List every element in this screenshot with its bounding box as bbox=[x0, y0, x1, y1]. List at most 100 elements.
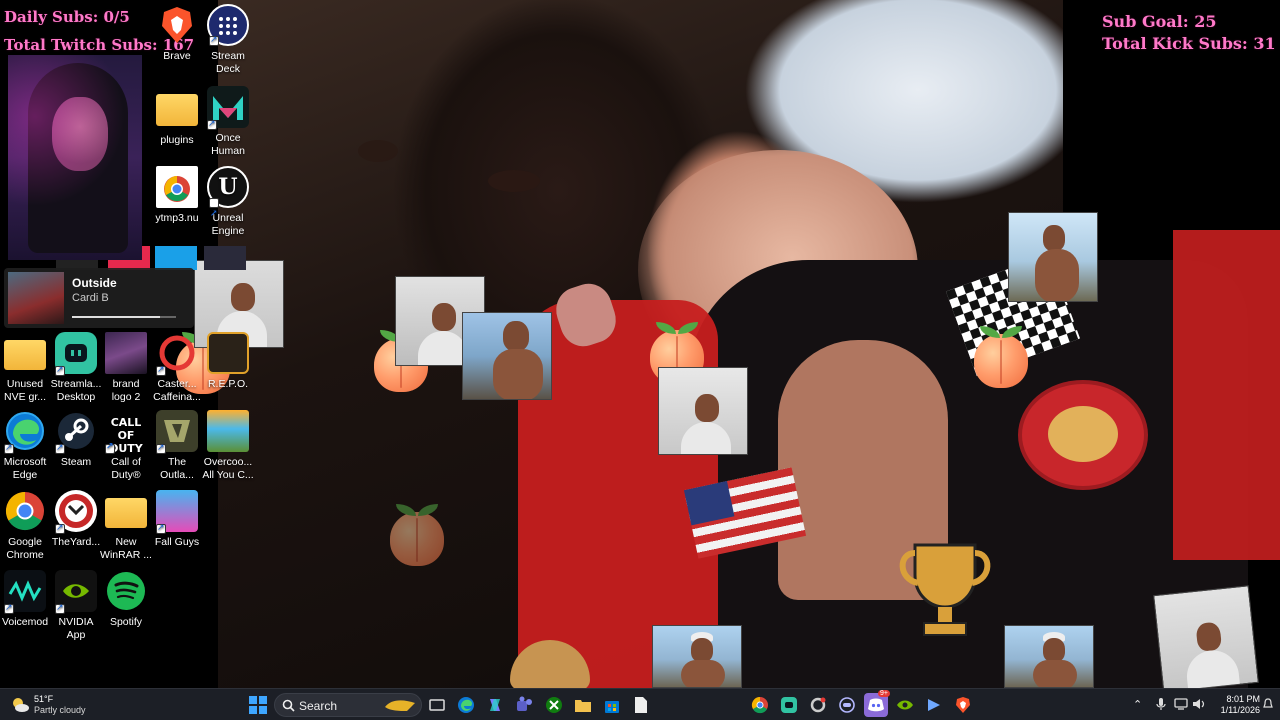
chrome-icon bbox=[751, 696, 768, 714]
taskbar-app[interactable] bbox=[835, 693, 859, 717]
taskbar-clock[interactable]: 8:01 PM 1/11/2026 bbox=[1206, 694, 1260, 716]
unreal-engine-glyph: U bbox=[218, 174, 238, 200]
controller-icon bbox=[839, 697, 855, 713]
nvidia-icon bbox=[55, 570, 97, 614]
album-art bbox=[8, 272, 64, 324]
desktop-icon-label: Unreal Engine bbox=[211, 212, 245, 237]
track-title: Outside bbox=[72, 276, 117, 290]
store-icon bbox=[605, 701, 619, 713]
meme-overlay-image bbox=[652, 625, 742, 688]
partly-cloudy-icon bbox=[13, 698, 29, 712]
meme-overlay-image bbox=[462, 312, 552, 400]
overcooked-icon bbox=[207, 410, 249, 452]
taskbar-search-box[interactable]: Search bbox=[274, 693, 422, 717]
microphone-icon[interactable] bbox=[1155, 697, 1167, 711]
desktop-icon-unreal-engine[interactable]: U Unreal Engine bbox=[196, 166, 260, 238]
edge-icon bbox=[4, 410, 46, 454]
folder-icon bbox=[4, 340, 46, 370]
desktop-icon-label: Overcoo... All You C... bbox=[202, 456, 254, 481]
nvidia-icon bbox=[897, 700, 913, 710]
image-file-icon bbox=[105, 332, 147, 374]
meme-overlay-image bbox=[1008, 212, 1098, 302]
taskbar-brave[interactable] bbox=[951, 693, 975, 717]
streamlabs-icon bbox=[781, 697, 797, 713]
taskbar-task-view[interactable] bbox=[425, 693, 449, 717]
xbox-icon bbox=[546, 697, 562, 713]
voicemod-icon bbox=[4, 570, 46, 614]
task-view-icon bbox=[429, 699, 445, 711]
network-icon[interactable] bbox=[1174, 698, 1188, 710]
steam-icon bbox=[55, 410, 97, 454]
show-hidden-icons-chevron-icon[interactable]: ⌃ bbox=[1133, 698, 1142, 711]
meme-overlay-image bbox=[658, 367, 748, 455]
wallpaper-jacket-sleeve-right bbox=[1173, 230, 1280, 560]
start-button[interactable] bbox=[246, 693, 270, 717]
clock-date: 1/11/2026 bbox=[1220, 705, 1260, 715]
wallpaper-patch bbox=[1018, 380, 1148, 490]
desktop-icon-overcooked[interactable]: Overcoo... All You C... bbox=[196, 410, 260, 482]
outlast-icon bbox=[156, 410, 198, 454]
desktop-icon-fall-guys[interactable]: Fall Guys bbox=[145, 490, 209, 549]
taskbar-store[interactable] bbox=[600, 693, 624, 717]
desktop-icon-label: R.E.P.O. bbox=[207, 378, 249, 390]
folder-icon bbox=[156, 94, 198, 126]
meme-overlay-image bbox=[1004, 625, 1094, 688]
windows-icon bbox=[249, 696, 267, 714]
app-icon bbox=[928, 699, 940, 711]
desktop-icon-label: Spotify bbox=[109, 616, 143, 628]
wallpaper-photo bbox=[218, 0, 1280, 690]
desktop-icon-partial[interactable] bbox=[155, 246, 197, 270]
daily-subs-counter: Daily Subs: 0/5 bbox=[4, 8, 130, 26]
wallpaper-eye bbox=[358, 140, 398, 162]
stream-deck-icon bbox=[207, 4, 249, 46]
taskbar-chrome[interactable] bbox=[748, 693, 772, 717]
folder-icon bbox=[575, 700, 591, 712]
call-of-duty-icon: CALL OF DUTY bbox=[105, 410, 147, 455]
edge-icon bbox=[458, 697, 474, 713]
brave-icon bbox=[156, 4, 198, 46]
theyard-icon bbox=[55, 490, 97, 534]
once-human-icon bbox=[207, 86, 249, 130]
track-artist: Cardi B bbox=[72, 292, 109, 304]
folder-zip-icon bbox=[105, 498, 147, 528]
weather-condition: Partly cloudy bbox=[34, 705, 86, 715]
track-progress-bar[interactable] bbox=[72, 316, 176, 318]
desktop-icon-repo[interactable]: R.E.P.O. bbox=[196, 332, 260, 391]
taskbar-edge[interactable] bbox=[454, 693, 478, 717]
caster-icon bbox=[810, 697, 826, 713]
volume-icon[interactable] bbox=[1192, 698, 1206, 710]
search-highlight-icon bbox=[385, 700, 415, 711]
taskbar-notepad[interactable] bbox=[629, 693, 653, 717]
now-playing-widget[interactable]: Outside Cardi B bbox=[4, 268, 194, 328]
file-icon bbox=[635, 697, 647, 713]
spotify-icon bbox=[105, 570, 147, 612]
clock-time: 8:01 PM bbox=[1226, 694, 1260, 704]
taskbar-file-explorer[interactable] bbox=[571, 693, 595, 717]
taskbar-streamlabs[interactable] bbox=[777, 693, 801, 717]
notification-icon[interactable] bbox=[1262, 698, 1274, 710]
weather-temperature: 51°F bbox=[34, 694, 54, 704]
total-kick-subs-counter: Total Kick Subs: 31 bbox=[1102, 34, 1276, 53]
brave-icon bbox=[956, 697, 970, 713]
taskbar-copilot[interactable] bbox=[483, 693, 507, 717]
desktop-icon-once-human[interactable]: Once Human bbox=[196, 86, 260, 158]
desktop-icon-spotify[interactable]: Spotify bbox=[94, 570, 158, 629]
taskbar-teams[interactable] bbox=[512, 693, 536, 717]
caster-icon bbox=[156, 332, 198, 376]
webcam-feed bbox=[8, 55, 142, 260]
peach-emoji-icon bbox=[972, 324, 1030, 388]
desktop-screen: { "overlay": { "daily_subs": "Daily Subs… bbox=[0, 0, 1280, 720]
trophy-patch bbox=[899, 543, 991, 636]
taskbar-app2[interactable] bbox=[922, 693, 946, 717]
discord-notification-badge: 9+ bbox=[878, 690, 890, 697]
taskbar-caster[interactable] bbox=[806, 693, 830, 717]
taskbar-nvidia[interactable] bbox=[893, 693, 917, 717]
discord-icon bbox=[868, 698, 884, 712]
desktop-icon-stream-deck[interactable]: Stream Deck bbox=[196, 4, 260, 76]
desktop-icon-partial[interactable] bbox=[204, 246, 246, 270]
taskbar-xbox[interactable] bbox=[542, 693, 566, 717]
desktop-icon-label: Once Human bbox=[211, 132, 245, 157]
fall-guys-icon bbox=[156, 490, 198, 534]
taskbar-discord[interactable]: 9+ bbox=[864, 690, 890, 717]
unreal-engine-icon: U bbox=[207, 166, 249, 233]
